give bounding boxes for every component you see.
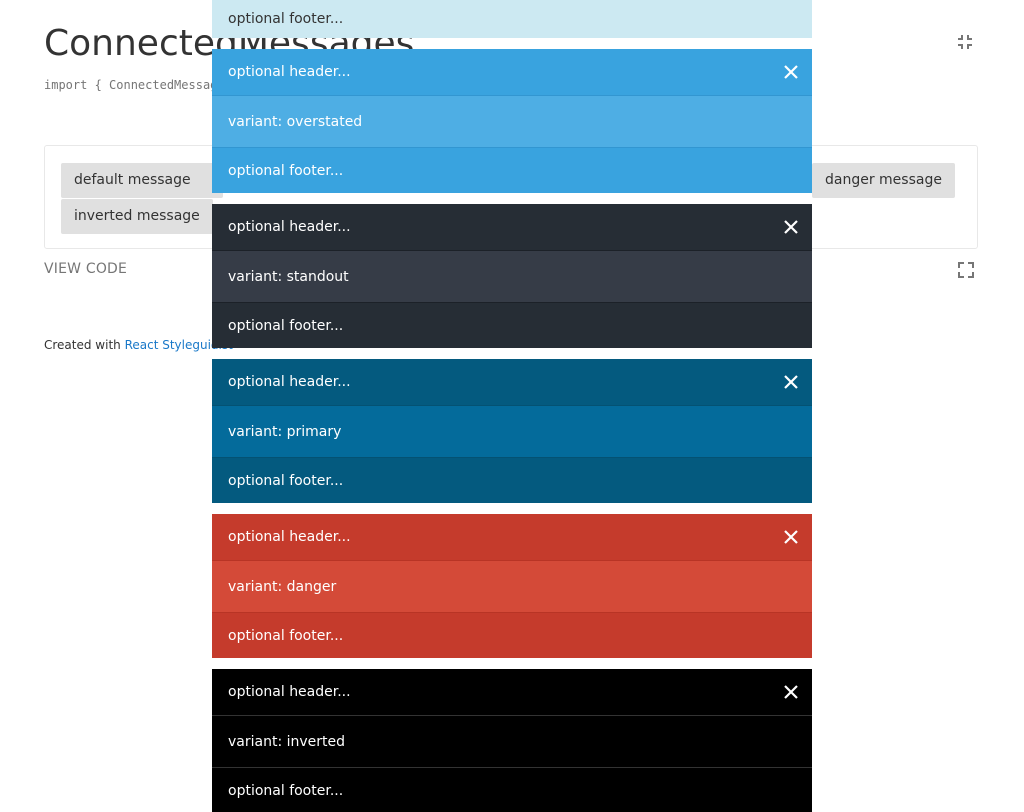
message-standout: optional header... variant: standout opt…: [212, 204, 812, 348]
view-code-toggle[interactable]: VIEW CODE: [44, 261, 127, 277]
close-icon[interactable]: [780, 681, 802, 703]
message-danger: optional header... variant: danger optio…: [212, 514, 812, 658]
close-icon[interactable]: [780, 216, 802, 238]
footer-credit: Created with React Styleguidist: [44, 338, 233, 352]
message-header: optional header...: [212, 669, 812, 715]
close-icon[interactable]: [780, 371, 802, 393]
message-inverted: optional header... variant: inverted opt…: [212, 669, 812, 812]
message-overstated: optional header... variant: overstated o…: [212, 49, 812, 193]
close-icon[interactable]: [780, 526, 802, 548]
credit-text: Created with: [44, 338, 125, 352]
close-icon[interactable]: [780, 61, 802, 83]
message-footer: optional footer...: [212, 0, 812, 38]
inverted-message-button[interactable]: inverted message: [61, 199, 213, 234]
message-header-text: optional header...: [228, 374, 351, 390]
message-body: variant: standout: [212, 250, 812, 303]
message-footer: optional footer...: [212, 148, 812, 193]
message-body: variant: primary: [212, 405, 812, 458]
message-header-text: optional header...: [228, 684, 351, 700]
message-stack: optional footer... optional header... va…: [212, 0, 812, 812]
styleguide-page: ConnectedMessages import { ConnectedMess…: [0, 0, 1024, 812]
message-body: variant: danger: [212, 560, 812, 613]
message-footer: optional footer...: [212, 458, 812, 503]
message-footer: optional footer...: [212, 768, 812, 812]
message-header-text: optional header...: [228, 529, 351, 545]
fullscreen-icon[interactable]: [957, 261, 975, 279]
message-header: optional header...: [212, 204, 812, 250]
message-footer: optional footer...: [212, 613, 812, 658]
message-body: variant: inverted: [212, 715, 812, 768]
message-body: variant: overstated: [212, 95, 812, 148]
message-header: optional header...: [212, 49, 812, 95]
message-header: optional header...: [212, 359, 812, 405]
message-header: optional header...: [212, 514, 812, 560]
import-code-line: import { ConnectedMessag: [44, 78, 218, 92]
danger-message-button[interactable]: danger message: [812, 163, 955, 198]
message-header-text: optional header...: [228, 64, 351, 80]
message-footer: optional footer...: [212, 303, 812, 348]
message-primary: optional header... variant: primary opti…: [212, 359, 812, 503]
default-message-button[interactable]: default message: [61, 163, 204, 198]
message-header-text: optional header...: [228, 219, 351, 235]
collapse-icon[interactable]: [956, 33, 974, 51]
